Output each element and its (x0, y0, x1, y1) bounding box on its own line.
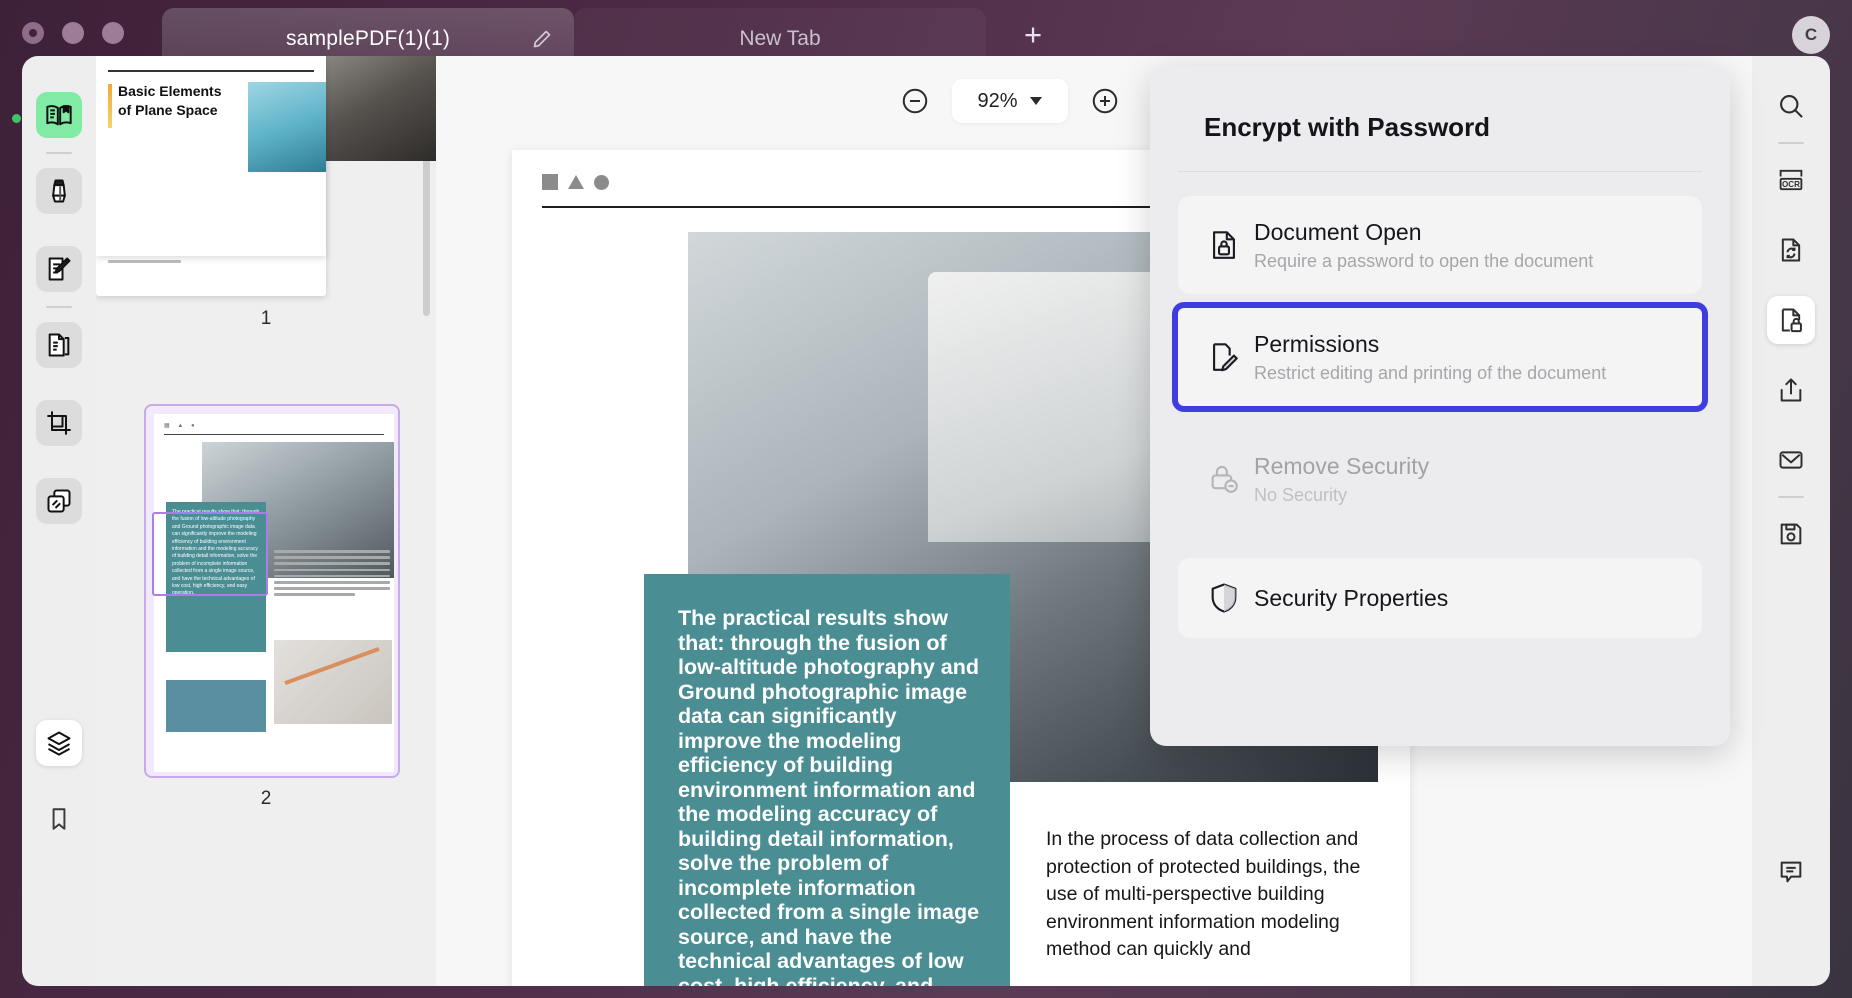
page-teal-callout: The practical results show that: through… (644, 574, 1010, 986)
menu-item-document-open[interactable]: Document Open Require a password to open… (1178, 196, 1702, 294)
sidebar-item-protect[interactable] (1767, 296, 1815, 344)
sidebar-item-compare[interactable] (36, 478, 82, 524)
sidebar-item-page-organize[interactable] (36, 322, 82, 368)
search-icon (1777, 92, 1805, 120)
menu-item-subtitle: No Security (1254, 484, 1348, 505)
menu-item-subtitle: Require a password to open the document (1254, 250, 1594, 271)
sidebar-item-ocr[interactable]: OCR (1767, 156, 1815, 204)
page-header-marks (542, 174, 609, 190)
sidebar-item-comments[interactable] (1767, 848, 1815, 896)
sidebar-item-convert[interactable] (1767, 226, 1815, 274)
zoom-in-button[interactable] (1082, 78, 1128, 124)
maximize-window-button[interactable] (102, 22, 124, 44)
floppy-save-icon (1777, 520, 1805, 548)
document-pencil-icon (1194, 340, 1254, 374)
sidebar-item-bookmarks[interactable] (36, 720, 82, 766)
new-tab-button[interactable]: + (1016, 19, 1050, 54)
right-toolbar: OCR (1752, 56, 1830, 986)
thumbnail-page-3[interactable]: Basic Elements of Plane Space (96, 56, 436, 256)
menu-item-title: Document Open (1254, 218, 1422, 245)
shield-icon (1194, 581, 1254, 615)
ocr-icon: OCR (1776, 165, 1806, 195)
thumbnail-panel[interactable]: Building environment information modelin… (96, 56, 436, 986)
menu-item-permissions[interactable]: Permissions Restrict editing and printin… (1178, 308, 1702, 406)
menu-item-remove-security: Remove Security No Security (1178, 430, 1702, 528)
highlighter-icon (45, 177, 73, 205)
comment-lines-icon (1777, 858, 1805, 886)
thumbnail-image: Basic Elements of Plane Space (96, 56, 326, 256)
encrypt-with-password-popover: Encrypt with Password Document Open Requ… (1150, 66, 1730, 746)
sidebar-item-search[interactable] (1767, 82, 1815, 130)
thumbnail-page-number: 1 (260, 308, 272, 329)
thumbnail-selection-frame: ▦ ▲ ● The practical results show that: t… (144, 404, 400, 778)
sidebar-item-save[interactable] (1767, 510, 1815, 558)
svg-text:OCR: OCR (1782, 180, 1800, 189)
minimize-window-button[interactable] (62, 22, 84, 44)
crop-ruler-icon (45, 409, 73, 437)
envelope-icon (1777, 446, 1805, 474)
menu-gap (1178, 542, 1702, 558)
page-body-text: In the process of data collection and pr… (1046, 828, 1361, 960)
bookmark-ribbon-icon (46, 806, 72, 832)
sidebar-item-share[interactable] (1767, 366, 1815, 414)
popover-title: Encrypt with Password (1204, 112, 1491, 142)
document-lock-icon (1194, 228, 1254, 262)
zoom-out-icon (900, 86, 930, 116)
document-pages-icon (45, 331, 73, 359)
divider (46, 152, 72, 154)
traffic-lights (22, 22, 124, 44)
stack-layers-icon (45, 729, 73, 757)
tab-title: samplePDF(1)(1) (285, 27, 451, 50)
triangle-icon (568, 175, 584, 189)
status-pip (12, 114, 21, 123)
sidebar-item-annotate[interactable] (36, 246, 82, 292)
note-pencil-icon (45, 255, 73, 283)
chevron-down-icon (1029, 97, 1042, 105)
layers-copy-icon (45, 487, 73, 515)
teal-callout-text: The practical results show that: through… (678, 606, 980, 986)
thumbnail-page-number: 2 (260, 788, 272, 809)
sidebar-item-crop[interactable] (36, 400, 82, 446)
divider (1778, 496, 1804, 498)
sidebar-item-email[interactable] (1767, 436, 1815, 484)
share-upload-icon (1777, 376, 1805, 404)
pencil-icon[interactable] (532, 29, 552, 49)
circle-icon (594, 174, 609, 190)
book-bookmark-icon (45, 101, 73, 129)
app-window: samplePDF(1)(1) New Tab + C 1 ▦ ▲ ● The … (0, 0, 1852, 998)
close-window-button[interactable] (22, 22, 44, 44)
menu-item-title: Permissions (1254, 330, 1380, 357)
divider (1778, 142, 1804, 144)
thumb-title: Basic Elements of Plane Space (118, 83, 222, 118)
avatar[interactable]: C (1792, 16, 1830, 54)
sidebar-item-reader-view[interactable] (36, 92, 82, 138)
sidebar-item-highlight[interactable] (36, 168, 82, 214)
zoom-level-value: 92% (977, 89, 1018, 112)
zoom-in-icon (1090, 86, 1120, 116)
popover-divider (1178, 171, 1702, 172)
square-icon (542, 174, 558, 190)
document-lock-icon (1777, 306, 1805, 334)
lock-minus-icon (1194, 462, 1254, 496)
zoom-out-button[interactable] (892, 78, 938, 124)
tab-title: New Tab (739, 27, 821, 50)
menu-item-security-properties[interactable]: Security Properties (1178, 558, 1702, 638)
menu-item-title: Remove Security (1254, 452, 1430, 479)
left-toolbar (12, 56, 96, 986)
divider (46, 306, 72, 308)
document-sync-icon (1777, 236, 1805, 264)
zoom-level-select[interactable]: 92% (951, 79, 1068, 123)
menu-item-subtitle: Restrict editing and printing of the doc… (1254, 362, 1607, 383)
sidebar-item-outline[interactable] (36, 796, 82, 842)
menu-item-title: Security Properties (1254, 584, 1449, 611)
